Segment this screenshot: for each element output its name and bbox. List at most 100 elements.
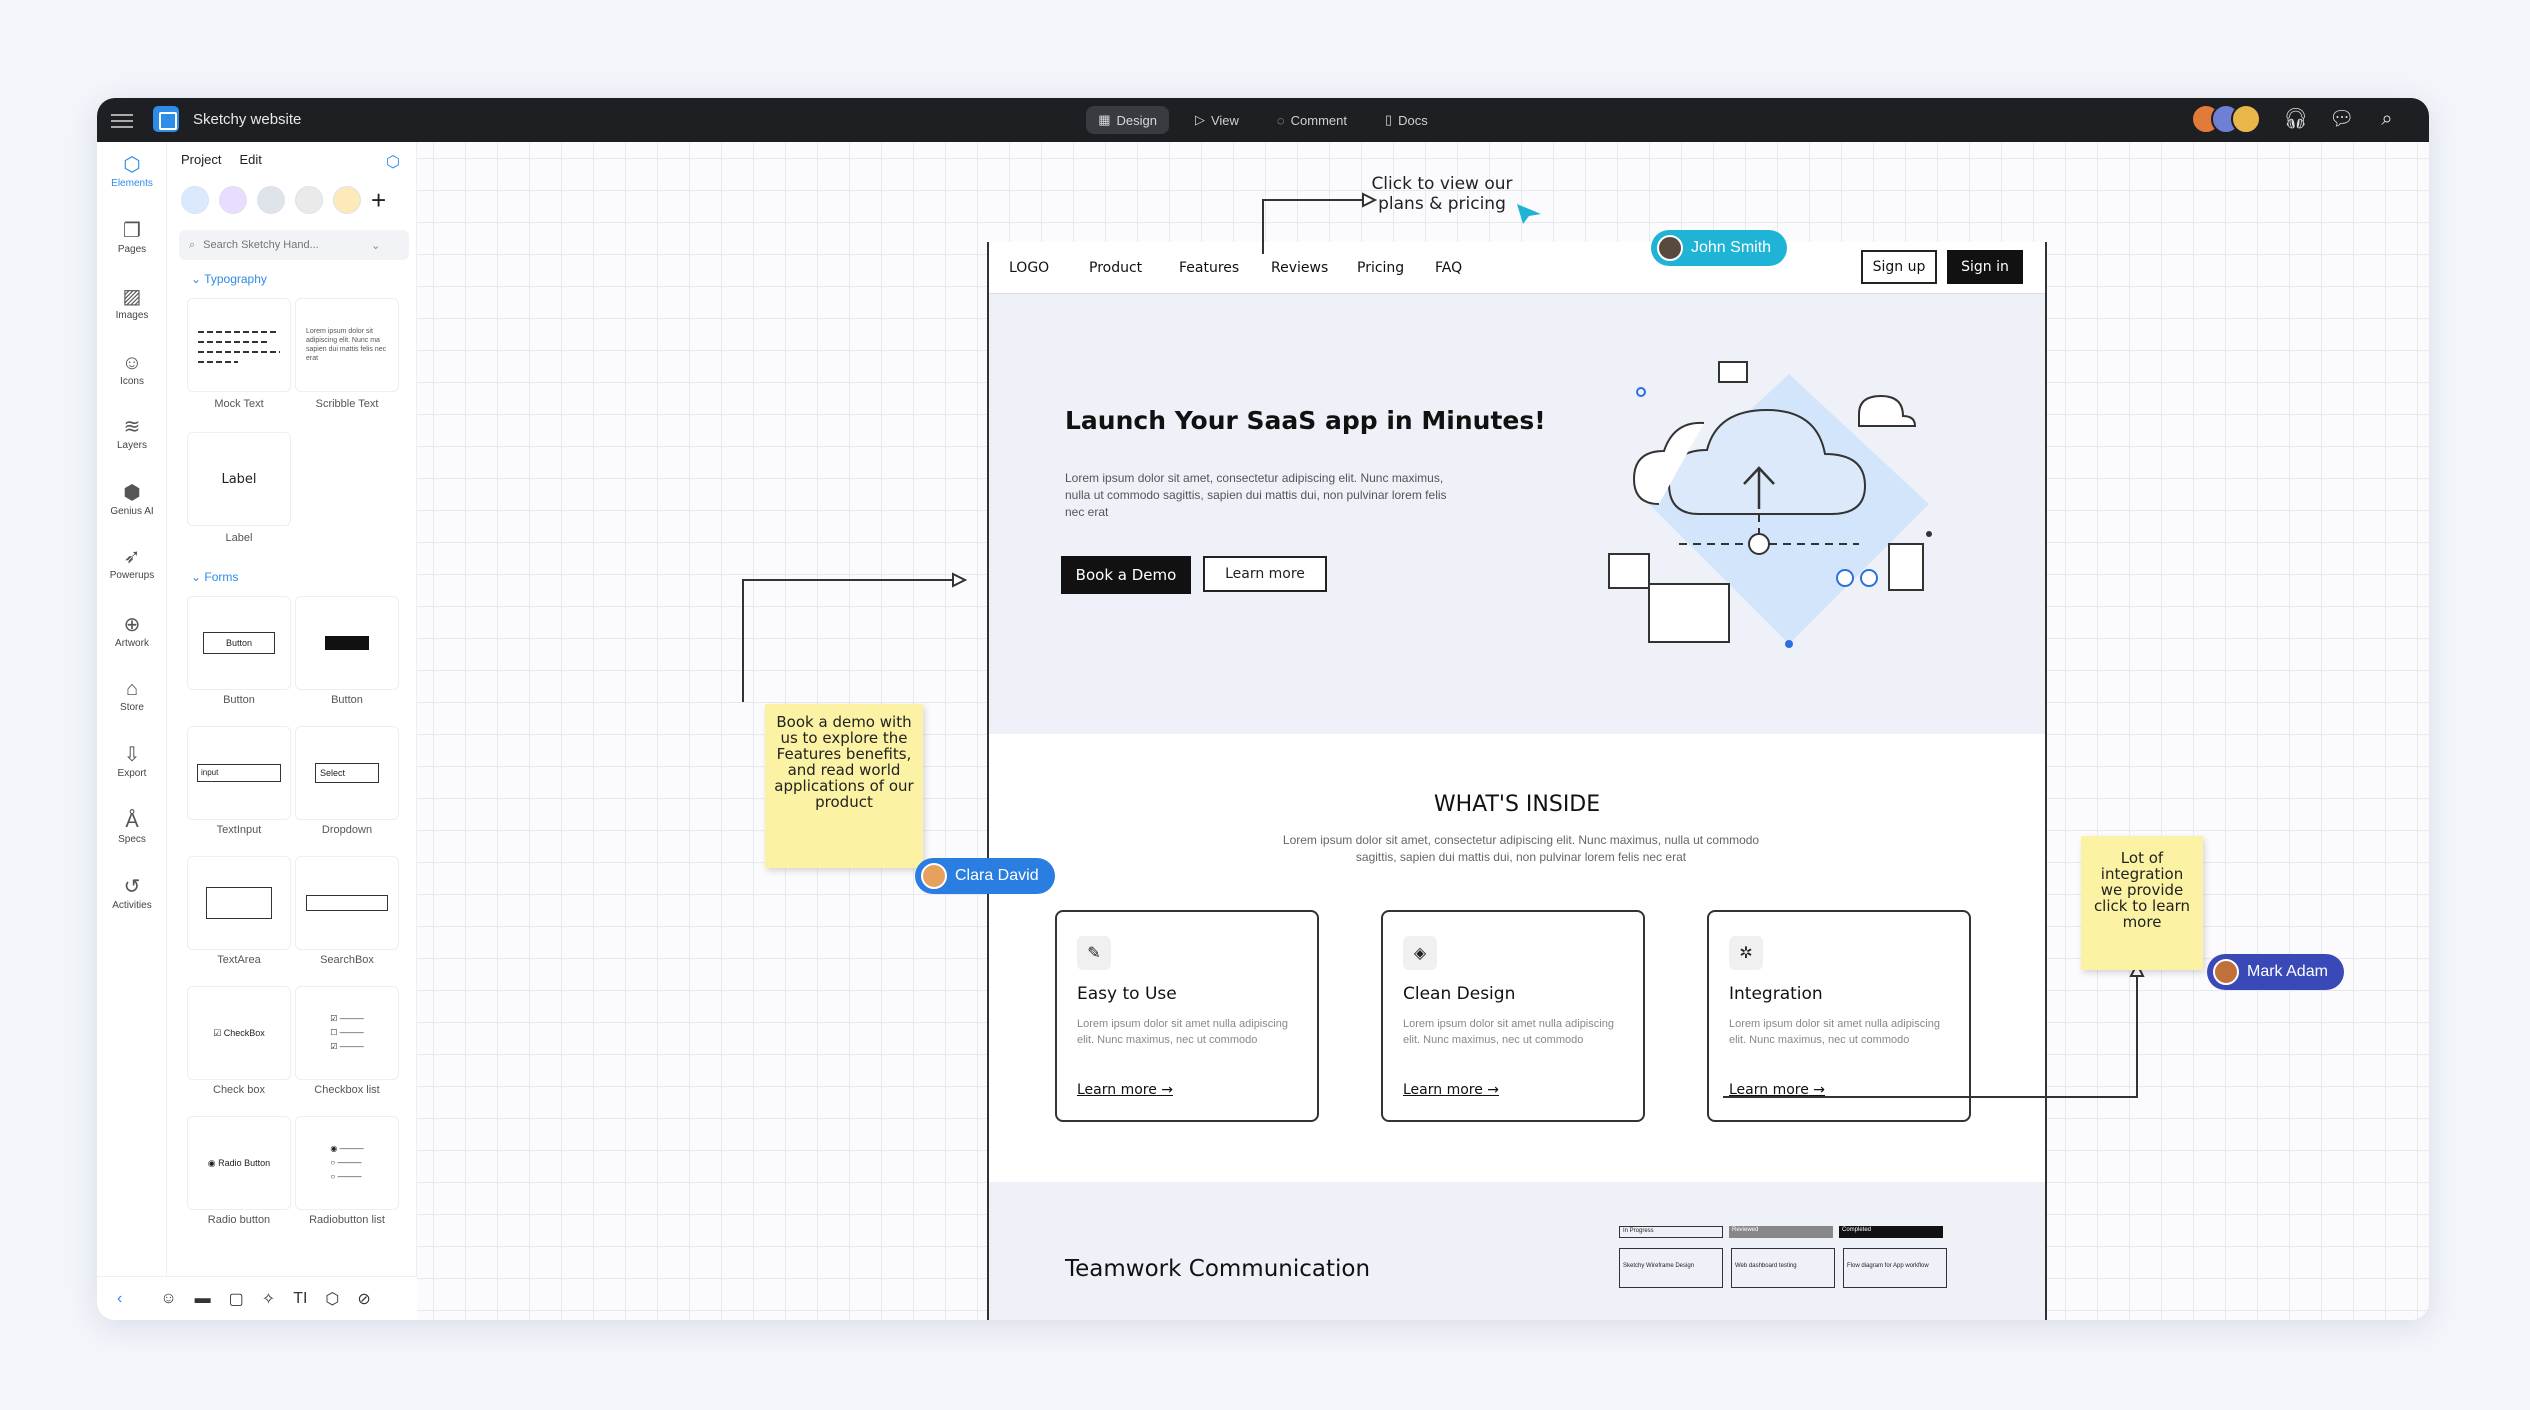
rail-artwork[interactable]: ⊕ Artwork [97, 612, 167, 649]
checkbox-preview: ☑ CheckBox [213, 1027, 265, 1038]
tile-radio-list[interactable]: ◉ ——— ○ ——— ○ ——— [295, 1116, 399, 1210]
rail-store[interactable]: ⌂ Store [97, 676, 167, 713]
kit-button[interactable] [333, 186, 361, 214]
text-icon[interactable]: TI [293, 1290, 307, 1308]
scribble-preview: Lorem ipsum dolor sit adipiscing elit. N… [306, 328, 387, 362]
rail-elements[interactable]: ⬡ Elements [97, 152, 167, 189]
checkbox-list-preview: ☑ ——— ☐ ——— ☑ ——— [330, 1014, 364, 1051]
button-preview [325, 636, 369, 650]
search-box[interactable]: ⌕ ⌄ [179, 230, 409, 260]
top-bar: Sketchy website ▦ Design ▷ View ◌ Comment ▯… [97, 98, 2429, 142]
tile-checkbox[interactable]: ☑ CheckBox [187, 986, 291, 1080]
tile-dropdown[interactable]: Select [295, 726, 399, 820]
rail-icons[interactable]: ☺ Icons [97, 350, 167, 387]
history-icon: ↺ [123, 876, 141, 898]
tile-radio[interactable]: ◉ Radio Button [187, 1116, 291, 1210]
component-icon[interactable]: ✧ [262, 1289, 275, 1309]
pricing-annotation[interactable]: Click to view our plans & pricing [1357, 174, 1527, 214]
rail-activities[interactable]: ↺ Activities [97, 874, 167, 911]
kit-button[interactable] [219, 186, 247, 214]
tile-label-text: SearchBox [320, 954, 374, 966]
smiley-icon[interactable]: ☺ [160, 1290, 176, 1308]
avatar [921, 863, 947, 889]
rectangle-icon[interactable]: ▢ [229, 1289, 244, 1309]
collapse-icon[interactable]: ‹ [117, 1290, 122, 1308]
line-icon[interactable]: ▬ [195, 1290, 211, 1308]
collaborator-avatars[interactable] [2191, 104, 2261, 134]
sticky-note-integration[interactable]: Lot of integration we provide click to l… [2081, 836, 2203, 970]
ai-icon: ⬢ [123, 482, 141, 504]
tile-button-filled[interactable] [295, 596, 399, 690]
sticky-note-demo[interactable]: Book a demo with us to explore the Featu… [765, 704, 923, 868]
headphones-icon[interactable]: 🎧︎ [2283, 107, 2308, 131]
section-typography[interactable]: ⌄ Typography [191, 272, 267, 286]
tile-label-text: Dropdown [321, 824, 373, 836]
add-icon[interactable]: + [371, 186, 386, 214]
cube-icon: ⬡ [123, 154, 141, 176]
pages-icon: ❐ [123, 220, 141, 242]
tab-docs[interactable]: ▯ Docs [1373, 106, 1440, 134]
section-forms[interactable]: ⌄ Forms [191, 570, 238, 584]
connector-lines [742, 192, 2201, 1098]
label-preview: Label [221, 471, 257, 487]
tab-view[interactable]: ▷ View [1183, 106, 1251, 134]
tile-label-text: Scribble Text [315, 398, 379, 410]
design-canvas[interactable]: LOGO Product Features Reviews Pricing FA… [417, 142, 2429, 1320]
globe-icon: ⊕ [123, 614, 141, 636]
rail-pages[interactable]: ❐ Pages [97, 218, 167, 255]
avatar [1657, 235, 1683, 261]
library-kits: + [181, 186, 386, 214]
tile-textinput[interactable]: input [187, 726, 291, 820]
kit-button[interactable] [295, 186, 323, 214]
tab-comment[interactable]: ◌ Comment [1265, 106, 1359, 134]
specs-icon: Å [125, 810, 139, 832]
search-icon: ⌕ [189, 238, 196, 251]
tile-searchbox[interactable] [295, 856, 399, 950]
rail-specs[interactable]: Å Specs [97, 808, 167, 845]
cursor-label-mark: Mark Adam [2207, 954, 2344, 990]
tile-label-text: Checkbox list [314, 1084, 380, 1096]
rail-images[interactable]: ▨ Images [97, 284, 167, 321]
radio-preview: ◉ Radio Button [207, 1157, 271, 1168]
export-icon: ⇩ [123, 744, 141, 766]
sketch-style-icon[interactable]: ⊘ [357, 1289, 370, 1309]
smiley-icon: ☺ [121, 352, 143, 374]
tile-label[interactable]: Label [187, 432, 291, 526]
elements-panel: Project Edit ⬡ + ⌕ ⌄ ⌄ Typography Mock T… [97, 142, 417, 1320]
panel-tabs: Project Edit [181, 152, 262, 167]
searchbox-preview [306, 895, 388, 911]
chat-icon[interactable]: 💬︎ [2329, 107, 2354, 131]
cube-icon[interactable]: ⬡ [325, 1289, 339, 1309]
tile-label-text: TextArea [217, 954, 261, 966]
tab-project[interactable]: Project [181, 152, 221, 167]
tile-label-text: TextInput [216, 824, 262, 836]
tab-edit[interactable]: Edit [239, 152, 261, 167]
bottom-toolbar: ‹ ☺ ▬ ▢ ✧ TI ⬡ ⊘ [97, 1276, 417, 1320]
cube-icon[interactable]: ⬡ [386, 152, 400, 172]
rail-powerups[interactable]: ➶ Powerups [97, 544, 167, 581]
tile-button[interactable]: Button [187, 596, 291, 690]
layout-icon: ▦ [1098, 112, 1111, 127]
kit-button[interactable] [257, 186, 285, 214]
comment-icon: ◌ [1276, 112, 1285, 128]
rail-layers[interactable]: ≋ Layers [97, 414, 167, 451]
tile-textarea[interactable] [187, 856, 291, 950]
rail-genius-ai[interactable]: ⬢ Genius AI [97, 480, 167, 517]
button-preview: Button [203, 632, 275, 654]
kit-button[interactable] [181, 186, 209, 214]
avatar[interactable] [2231, 104, 2261, 134]
textarea-preview [206, 887, 272, 919]
tile-scribble-text[interactable]: Lorem ipsum dolor sit adipiscing elit. N… [295, 298, 399, 392]
zoom-icon[interactable]: ⌕ [2375, 107, 2399, 131]
mode-tabs: ▦ Design ▷ View ◌ Comment ▯ Docs [97, 106, 2429, 134]
app-window: Sketchy website ▦ Design ▷ View ◌ Comment ▯… [97, 98, 2429, 1320]
tab-design[interactable]: ▦ Design [1086, 106, 1169, 134]
search-input[interactable] [203, 239, 364, 251]
image-icon: ▨ [122, 286, 142, 308]
tile-mock-text[interactable] [187, 298, 291, 392]
tile-checkbox-list[interactable]: ☑ ——— ☐ ——— ☑ ——— [295, 986, 399, 1080]
doc-icon: ▯ [1385, 112, 1393, 127]
chevron-down-icon[interactable]: ⌄ [371, 239, 380, 252]
bag-icon: ⌂ [125, 678, 139, 700]
rail-export[interactable]: ⇩ Export [97, 742, 167, 779]
